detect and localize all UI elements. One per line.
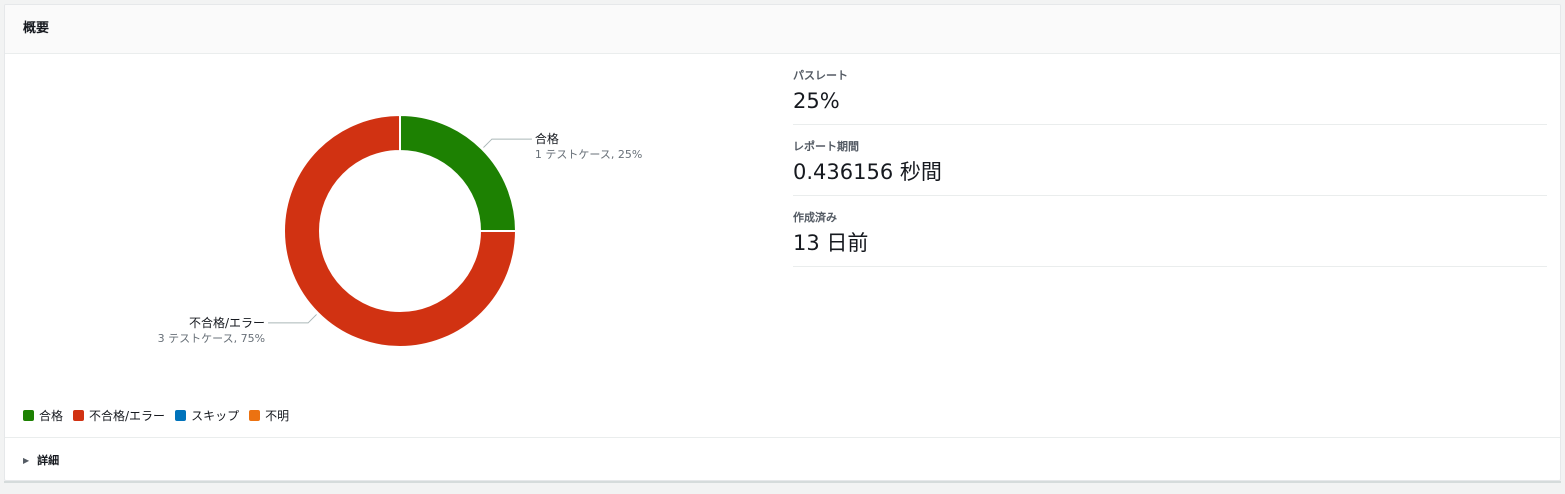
legend-label: 不合格/エラー	[89, 409, 166, 423]
legend-label: スキップ	[191, 409, 240, 423]
legend-swatch	[249, 410, 261, 421]
slice-label-name: 不合格/エラー	[189, 315, 265, 330]
summary-panel: 概要 合格 1 テストケース, 25% 不合格/エラー 3 テストケース, 75% パ…	[4, 4, 1561, 481]
metric-label: 作成済み	[793, 211, 837, 224]
caret-right-icon: ▶	[23, 455, 30, 465]
slice-label-detail: 1 テストケース, 25%	[535, 148, 642, 161]
donut-chart: 合格 1 テストケース, 25% 不合格/エラー 3 テストケース, 75%	[158, 113, 642, 348]
metric-pass-rate: パスレート 25%	[793, 54, 1547, 125]
metric-label: パスレート	[793, 69, 848, 82]
details-label: 詳細	[37, 454, 60, 467]
legend-swatch	[23, 410, 34, 421]
legend-item-skip[interactable]: スキップ	[175, 407, 239, 424]
panel-title: 概要	[23, 21, 50, 36]
legend-label: 合格	[39, 409, 64, 423]
panel-header: 概要	[5, 5, 1560, 54]
legend-swatch	[73, 410, 85, 421]
legend-item-fail[interactable]: 不合格/エラー	[73, 407, 165, 424]
details-expander[interactable]: ▶ 詳細	[5, 437, 1560, 480]
bottom-divider	[4, 481, 1561, 483]
leader-line	[268, 314, 317, 324]
metric-value: 25%	[793, 89, 840, 113]
pie-slice[interactable]	[399, 113, 518, 232]
chart-legend: 合格 不合格/エラー スキップ 不明	[23, 407, 299, 424]
slice-label-detail: 3 テストケース, 75%	[158, 332, 265, 345]
legend-label: 不明	[265, 409, 290, 423]
legend-item-pass[interactable]: 合格	[23, 407, 63, 424]
metric-value: 0.436156 秒間	[793, 160, 942, 184]
legend-swatch	[175, 410, 187, 421]
metric-created: 作成済み 13 日前	[793, 196, 1547, 267]
legend-item-unknown[interactable]: 不明	[249, 407, 289, 424]
metric-report-duration: レポート期間 0.436156 秒間	[793, 125, 1547, 196]
metric-label: レポート期間	[793, 140, 859, 153]
metric-value: 13 日前	[793, 231, 869, 255]
metrics-list: パスレート 25% レポート期間 0.436156 秒間 作成済み 13 日前	[793, 54, 1547, 267]
slice-label-name: 合格	[535, 131, 559, 146]
leader-line	[483, 138, 532, 148]
